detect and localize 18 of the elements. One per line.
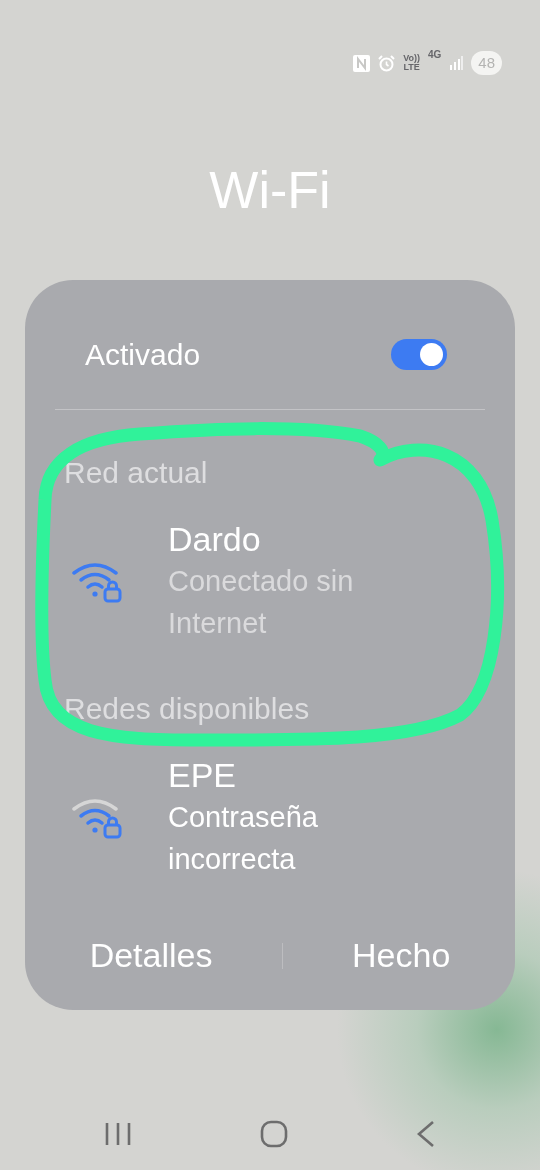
volte-label: Vo)) <box>403 54 420 63</box>
battery-indicator: 48 <box>471 50 502 76</box>
network-status: Contraseña incorrecta <box>168 800 319 877</box>
signal-icon <box>449 56 464 70</box>
nfc-icon <box>353 54 371 72</box>
recent-apps-icon[interactable] <box>104 1122 132 1146</box>
network-name: Dardo <box>168 518 262 560</box>
dialog-button[interactable]: Hecho <box>332 930 471 981</box>
network-type-label: 4G <box>427 48 442 62</box>
dialog-button[interactable]: Detalles <box>69 930 233 981</box>
alarm-clock-icon <box>378 54 396 72</box>
toggle-label: Activado <box>85 337 201 373</box>
network-name: EPE <box>168 754 238 796</box>
network-item[interactable]: EPE Contraseña incorrecta <box>64 753 485 880</box>
home-icon[interactable] <box>260 1120 288 1148</box>
back-icon[interactable] <box>416 1120 436 1148</box>
wifi-toggle[interactable] <box>391 339 447 370</box>
lte-label: LTE <box>403 63 420 72</box>
